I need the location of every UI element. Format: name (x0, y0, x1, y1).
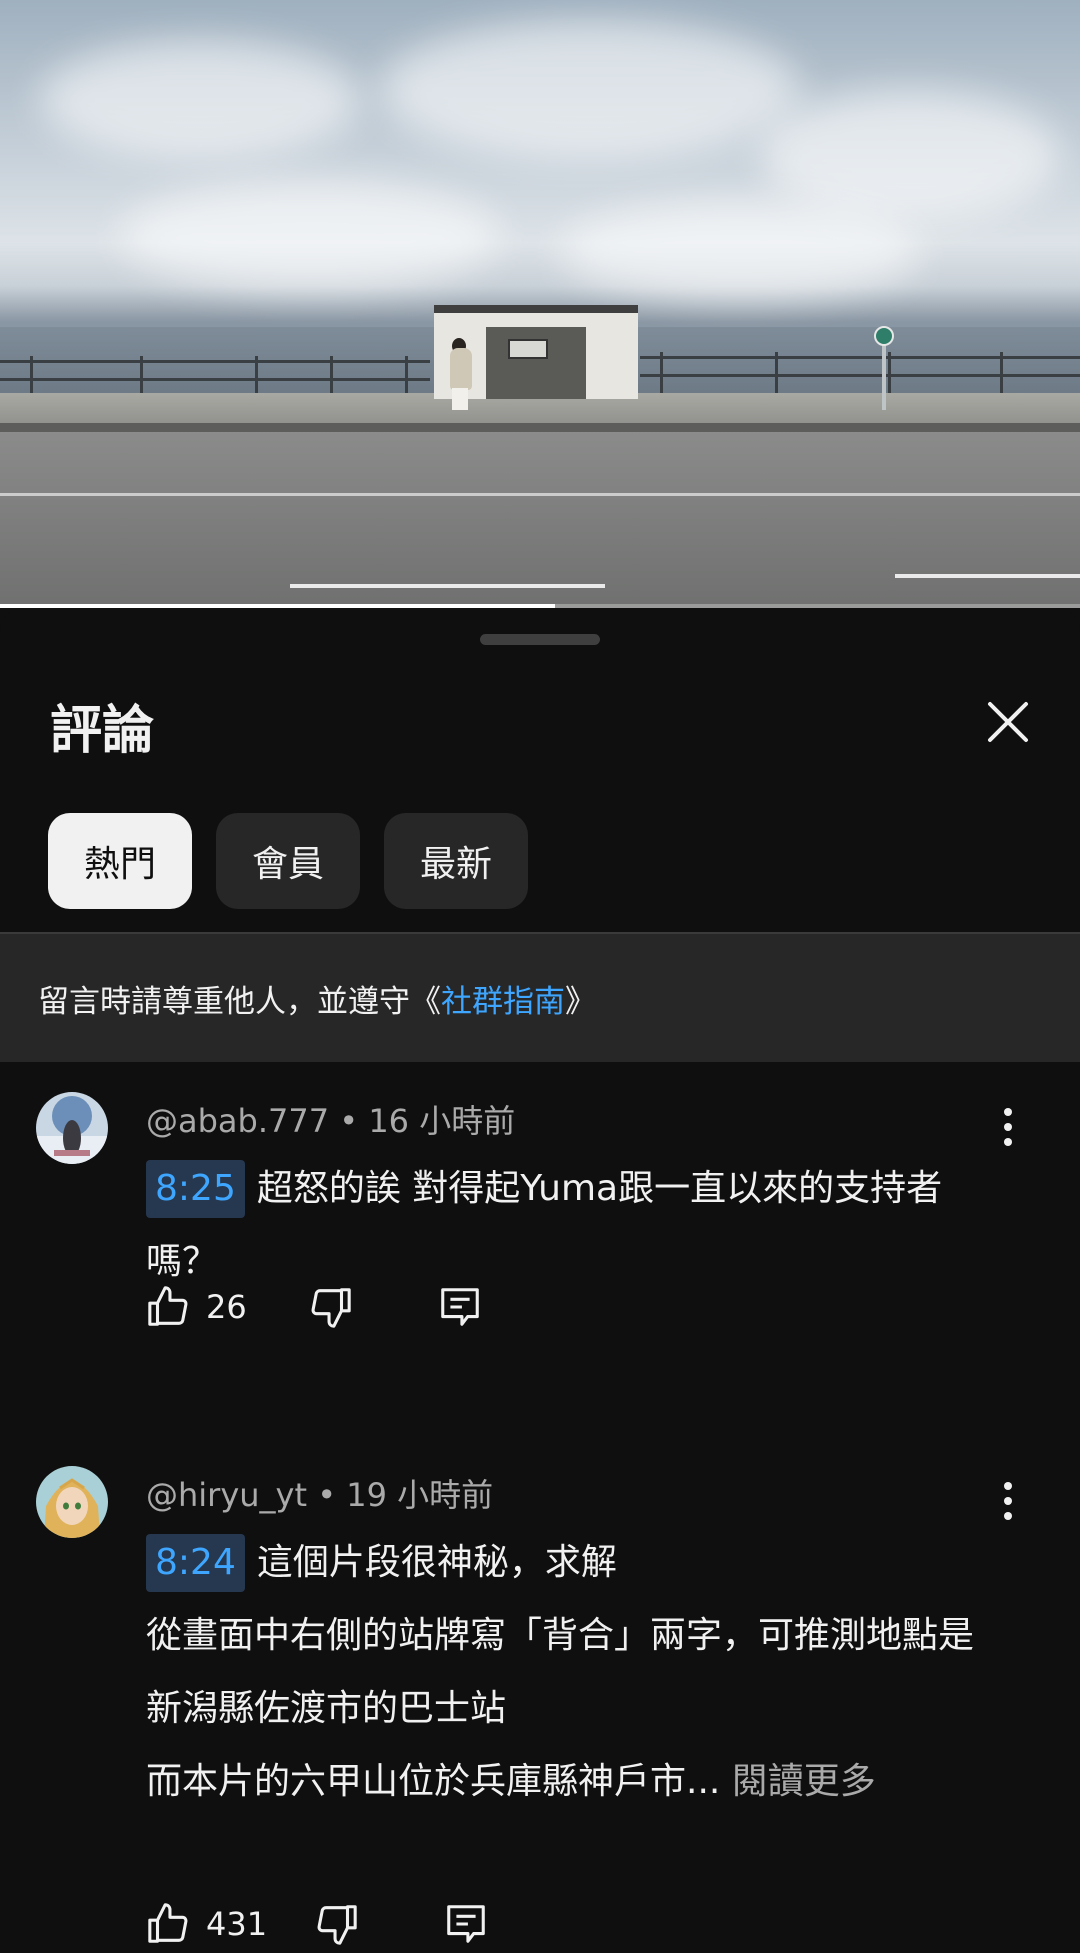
avatar[interactable] (36, 1092, 108, 1164)
avatar[interactable] (36, 1466, 108, 1538)
comment-author[interactable]: @abab.777 (146, 1102, 329, 1140)
like-button[interactable]: 26 (146, 1284, 247, 1330)
close-icon (988, 702, 1028, 742)
comment-actions: 26 (146, 1281, 483, 1333)
meta-separator: • (329, 1102, 369, 1140)
bus-stop-sign (874, 326, 894, 346)
railing-post (1000, 352, 1003, 394)
tab-members[interactable]: 會員 (216, 813, 361, 909)
notice-suffix: 》 (565, 983, 596, 1020)
railing (640, 374, 1080, 377)
meta-separator: • (307, 1476, 347, 1514)
lane-line (0, 493, 1080, 496)
comments-sheet: 評論 熱門 會員 最新 留言時請尊重他人，並遵守《 社群指南》 @abab.777… (0, 608, 1080, 1953)
dislike-button[interactable] (313, 1901, 359, 1947)
reply-button[interactable] (443, 1901, 489, 1947)
railing-post (255, 356, 258, 396)
comment-actions: 431 (146, 1898, 489, 1950)
comment-text: 這個片段很神秘，求解 (256, 1542, 617, 1583)
thumbs-up-icon (148, 1903, 188, 1943)
thumbs-up-icon (148, 1286, 188, 1326)
community-guidelines-link[interactable]: 社群指南 (441, 976, 565, 1021)
shelter-opening (486, 327, 586, 399)
cloud (380, 20, 800, 160)
comment-time: 16 小時前 (368, 1102, 516, 1140)
cloud (560, 200, 920, 300)
tab-top[interactable]: 熱門 (48, 813, 193, 909)
comment-author[interactable]: @hiryu_yt (146, 1476, 307, 1514)
person (452, 388, 468, 410)
thumbs-down-icon (311, 1288, 351, 1328)
railing-post (405, 356, 408, 396)
railing (640, 356, 1080, 359)
shelter-window (508, 339, 548, 359)
comment-text: 從畫面中右側的站牌寫「背合」兩字，可推測地點是新潟縣佐渡市的巴士站 (146, 1615, 975, 1729)
reply-icon (447, 1905, 485, 1943)
like-count: 431 (206, 1905, 268, 1943)
sheet-title: 評論 (50, 701, 155, 761)
comment-meta: @hiryu_yt • 19 小時前 (146, 1470, 493, 1516)
railing-post (888, 352, 891, 394)
railing (0, 360, 430, 363)
comment-text: 而本片的六甲山位於兵庫縣神戶市... (146, 1761, 721, 1802)
person (450, 348, 472, 390)
comment-body: 8:25 超怒的誒 對得起Yuma跟一直以來的支持者嗎？ (146, 1152, 1006, 1298)
cloud (120, 180, 500, 290)
railing-post (330, 356, 333, 396)
community-notice: 留言時請尊重他人，並遵守《 社群指南》 (0, 934, 1080, 1062)
lane-marking (290, 584, 605, 588)
like-count: 26 (206, 1288, 247, 1326)
sort-chips: 熱門 會員 最新 (48, 813, 529, 909)
railing-post (775, 352, 778, 394)
comment-time: 19 小時前 (346, 1476, 494, 1514)
reply-icon (440, 1288, 479, 1326)
drag-handle[interactable] (480, 634, 600, 645)
read-more-link[interactable]: 閱讀更多 (720, 1761, 876, 1802)
timestamp-link[interactable]: 8:24 (146, 1534, 245, 1592)
comment-text: 超怒的誒 對得起Yuma跟一直以來的支持者嗎？ (146, 1168, 943, 1282)
tab-newest[interactable]: 最新 (384, 813, 529, 909)
lane-marking (895, 574, 1080, 578)
more-options-button[interactable] (990, 1104, 1026, 1150)
dislike-button[interactable] (307, 1284, 353, 1330)
railing (0, 378, 430, 381)
railing-post (660, 352, 663, 394)
cloud (760, 90, 1060, 220)
comment-body: 8:24 這個片段很神秘，求解 從畫面中右側的站牌寫「背合」兩字，可推測地點是新潟… (146, 1526, 1006, 1818)
more-options-button[interactable] (990, 1478, 1026, 1524)
comment-item: @abab.777 • 16 小時前 8:25 超怒的誒 對得起Yuma跟一直以來… (0, 1092, 1080, 1432)
like-button[interactable]: 431 (146, 1901, 267, 1947)
road (0, 432, 1080, 608)
notice-text: 留言時請尊重他人，並遵守《 (38, 983, 441, 1020)
video-player[interactable] (0, 0, 1080, 608)
bus-stop-pole (882, 338, 886, 410)
railing-post (140, 356, 143, 396)
cloud (40, 40, 360, 160)
close-button[interactable] (978, 692, 1038, 752)
comment-item: @hiryu_yt • 19 小時前 8:24 這個片段很神秘，求解 從畫面中右側… (0, 1466, 1080, 1953)
reply-button[interactable] (437, 1284, 483, 1330)
comment-meta: @abab.777 • 16 小時前 (146, 1096, 515, 1142)
railing-post (30, 356, 33, 396)
thumbs-down-icon (317, 1905, 357, 1945)
timestamp-link[interactable]: 8:25 (146, 1160, 245, 1218)
